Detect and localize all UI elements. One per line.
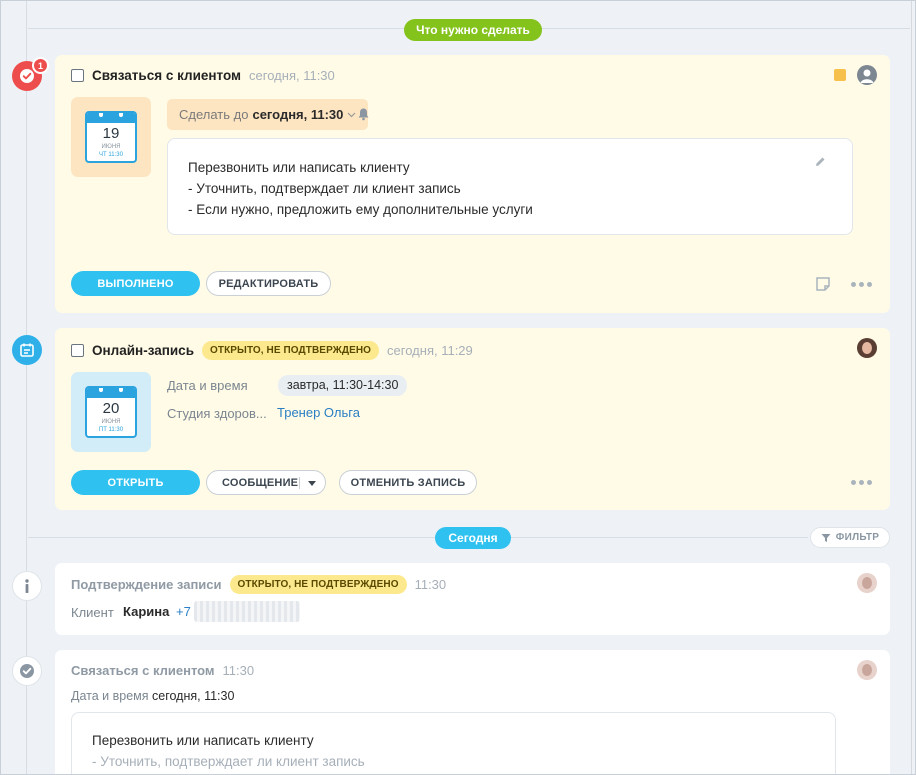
- trainer-avatar[interactable]: [857, 338, 877, 358]
- task-time: сегодня, 11:30: [249, 68, 335, 83]
- calendar-weekday-time: ПТ 11:30: [98, 427, 124, 433]
- task-card-header: Связаться с клиентом сегодня, 11:30: [71, 68, 335, 83]
- client-label: Клиент: [71, 605, 114, 620]
- filter-button[interactable]: ФИЛЬТР: [810, 527, 890, 548]
- task-note[interactable]: Перезвонить или написать клиенту - Уточн…: [167, 138, 853, 235]
- info-marker: [12, 571, 42, 601]
- color-flag-icon[interactable]: [834, 69, 846, 81]
- task-title[interactable]: Связаться с клиентом: [92, 68, 241, 83]
- calendar-month: июня: [101, 144, 121, 150]
- task-checkbox[interactable]: [71, 69, 84, 82]
- note-line: - Уточнить, подтверждает ли клиент запис…: [92, 754, 365, 769]
- frame-edge: [911, 0, 912, 775]
- calendar-day: 20: [102, 400, 120, 417]
- client-name[interactable]: Карина: [123, 604, 169, 619]
- calendar-month: июня: [101, 419, 121, 425]
- calendar-weekday-time: ЧТ 11:30: [99, 152, 123, 158]
- booking-title[interactable]: Онлайн-запись: [92, 343, 194, 358]
- studio-label: Студия здоров...: [167, 406, 267, 421]
- datetime-label: Дата и время: [71, 689, 149, 703]
- contact-card-header: Связаться с клиентом 11:30: [71, 663, 254, 678]
- task-card: Связаться с клиентом сегодня, 11:30 19 и…: [55, 55, 890, 313]
- booking-marker: [12, 335, 42, 365]
- sticky-note-icon[interactable]: [815, 276, 831, 292]
- section-divider: [28, 537, 808, 538]
- confirm-time: 11:30: [414, 577, 447, 592]
- calendar-day: 19: [102, 125, 120, 142]
- note-line: - Уточнить, подтверждает ли клиент запис…: [188, 181, 461, 196]
- message-button[interactable]: СООБЩЕНИЕ: [206, 470, 326, 495]
- due-prefix: Сделать до: [179, 107, 249, 122]
- cancel-booking-button[interactable]: ОТМЕНИТЬ ЗАПИСЬ: [339, 470, 477, 495]
- note-line: Перезвонить или написать клиенту: [188, 160, 410, 175]
- funnel-icon: [821, 533, 831, 542]
- chevron-down-icon: [347, 112, 356, 117]
- note-line: Перезвонить или написать клиенту: [92, 733, 314, 748]
- client-phone-prefix[interactable]: +7: [176, 604, 191, 619]
- user-avatar-icon[interactable]: [857, 65, 877, 85]
- more-options-icon[interactable]: [851, 282, 872, 287]
- status-badge: ОТКРЫТО, НЕ ПОДТВЕРЖДЕНО: [229, 575, 407, 594]
- more-options-icon[interactable]: [851, 480, 872, 485]
- datetime-value: сегодня, 11:30: [152, 689, 235, 703]
- pencil-icon[interactable]: [814, 156, 826, 168]
- section-today-label: Сегодня: [435, 527, 511, 549]
- edit-button[interactable]: РЕДАКТИРОВАТЬ: [206, 271, 331, 296]
- open-button[interactable]: ОТКРЫТЬ: [71, 470, 200, 495]
- task-calendar-tile: 19 июня ЧТ 11:30: [71, 97, 151, 177]
- status-badge: ОТКРЫТО, НЕ ПОДТВЕРЖДЕНО: [202, 341, 380, 360]
- done-marker: [12, 656, 42, 686]
- blurred-phone: [194, 601, 300, 622]
- datetime-label: Дата и время: [167, 378, 248, 393]
- split-divider: [299, 477, 300, 489]
- contact-note[interactable]: Перезвонить или написать клиенту - Уточн…: [71, 712, 836, 775]
- info-icon: [25, 579, 29, 593]
- message-label: СООБЩЕНИЕ: [222, 476, 299, 489]
- client-avatar[interactable]: [857, 573, 877, 593]
- booking-card: Онлайн-запись ОТКРЫТО, НЕ ПОДТВЕРЖДЕНО с…: [55, 328, 890, 510]
- calendar-list-icon: [20, 343, 34, 357]
- client-avatar[interactable]: [857, 660, 877, 680]
- calendar-icon: 19 июня ЧТ 11:30: [85, 111, 137, 163]
- confirm-card-header: Подтверждение записи ОТКРЫТО, НЕ ПОДТВЕР…: [71, 575, 446, 594]
- caret-down-icon[interactable]: [308, 481, 316, 486]
- trainer-link[interactable]: Тренер Ольга: [277, 405, 360, 420]
- contact-title[interactable]: Связаться с клиентом: [71, 663, 215, 678]
- calendar-icon: 20 июня ПТ 11:30: [85, 386, 137, 438]
- section-todo-label: Что нужно сделать: [404, 19, 542, 41]
- bell-icon[interactable]: [357, 107, 370, 121]
- check-circle-icon: [20, 664, 34, 678]
- due-date-selector[interactable]: Сделать до сегодня, 11:30: [167, 99, 369, 130]
- booking-time: сегодня, 11:29: [387, 343, 473, 358]
- contact-datetime: Дата и время сегодня, 11:30: [71, 689, 234, 703]
- contact-card: Связаться с клиентом 11:30 Дата и время …: [55, 650, 890, 775]
- note-line: - Если нужно, предложить ему дополнитель…: [188, 202, 533, 217]
- booking-checkbox[interactable]: [71, 344, 84, 357]
- confirm-card: Подтверждение записи ОТКРЫТО, НЕ ПОДТВЕР…: [55, 563, 890, 635]
- notification-badge: 1: [32, 57, 49, 74]
- confirm-title[interactable]: Подтверждение записи: [71, 577, 222, 592]
- due-value: сегодня, 11:30: [252, 107, 344, 122]
- contact-time: 11:30: [222, 663, 255, 678]
- booking-calendar-tile: 20 июня ПТ 11:30: [71, 372, 151, 452]
- booking-card-header: Онлайн-запись ОТКРЫТО, НЕ ПОДТВЕРЖДЕНО с…: [71, 341, 473, 360]
- done-button[interactable]: ВЫПОЛНЕНО: [71, 271, 200, 296]
- datetime-value: завтра, 11:30-14:30: [278, 375, 408, 396]
- filter-label: ФИЛЬТР: [835, 532, 880, 543]
